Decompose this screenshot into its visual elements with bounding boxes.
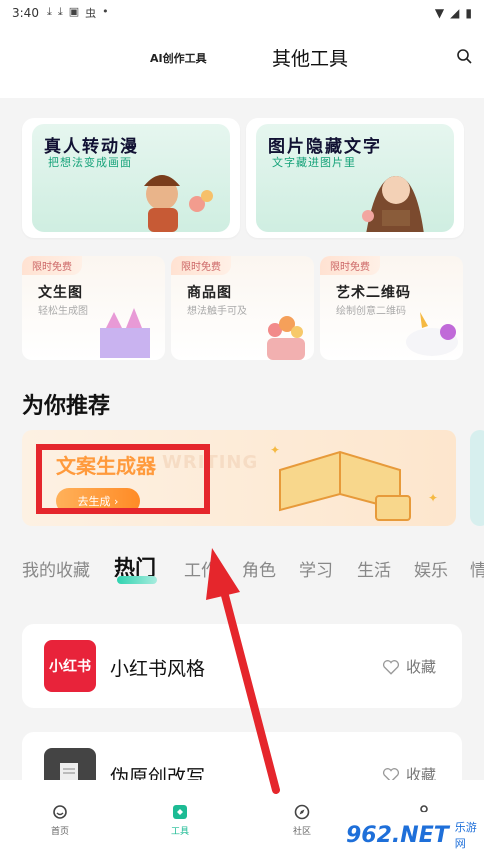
small-card-product-image[interactable]: 限时免费 商品图 想法触手可及 (171, 256, 314, 360)
download-icon: ⤓ (46, 5, 52, 18)
flowers-illustration (267, 316, 305, 360)
wifi-icon: ▼ (434, 6, 445, 20)
small-card-text-to-image[interactable]: 限时免费 文生图 轻松生成图 (22, 256, 165, 360)
compass-icon (294, 804, 310, 820)
section-title-recommend: 为你推荐 (22, 394, 111, 419)
svg-text:✦: ✦ (428, 491, 438, 505)
active-tab-indicator (117, 576, 157, 584)
next-banner-peek[interactable] (470, 430, 484, 526)
favorite-label: 收藏 (406, 658, 437, 676)
nav-community[interactable]: 社区 (272, 804, 332, 837)
nav-home[interactable]: 首页 (30, 804, 90, 837)
nav-tools[interactable]: 工具 (150, 804, 210, 837)
site-watermark: 962.NET 乐游网 (346, 812, 480, 858)
small-card-art-qrcode[interactable]: 限时免费 艺术二维码 绘制创意二维码 (320, 256, 463, 360)
tool-title: 小红书风格 (110, 658, 206, 680)
tab-emotion[interactable]: 情 (470, 556, 484, 581)
watermark-sub: 乐游网 (454, 821, 477, 850)
tab-study[interactable]: 学习 (299, 556, 333, 581)
status-time: 3:40 (12, 6, 39, 20)
tab-ai-tools[interactable]: AI创作工具 (150, 50, 207, 66)
category-tabs: 我的收藏 热门 工作 角色 学习 生活 娱乐 情 (0, 552, 484, 586)
tab-my-favorites[interactable]: 我的收藏 (22, 556, 90, 581)
card-subtitle: 文字藏进图片里 (272, 156, 356, 169)
favorite-button[interactable]: 收藏 (382, 656, 436, 677)
status-bar: 3:40 ⤓ ⤓ ▣ 虫 • ▼ ◢ ▮ (0, 0, 484, 26)
unicorn-illustration (406, 312, 458, 356)
bug-icon: 虫 (85, 7, 97, 20)
tab-entertainment[interactable]: 娱乐 (414, 556, 448, 581)
tool-icon (173, 805, 187, 819)
search-icon[interactable] (456, 48, 472, 64)
svg-text:✦: ✦ (270, 443, 280, 457)
tab-life[interactable]: 生活 (357, 556, 391, 581)
dot-icon: • (102, 5, 109, 18)
download-icon: ⤓ (57, 5, 63, 18)
tab-other-tools[interactable]: 其他工具 (272, 44, 348, 71)
feature-card-hide-text[interactable]: 图片隐藏文字 文字藏进图片里 (246, 118, 464, 238)
top-header: AI创作工具 其他工具 (0, 26, 484, 98)
tab-role[interactable]: 角色 (242, 556, 276, 581)
signal-icon: ◢ (450, 6, 460, 20)
heart-icon (382, 659, 400, 675)
tab-work[interactable]: 工作 (184, 556, 218, 581)
annotation-highlight-box (36, 444, 210, 514)
home-icon (53, 805, 67, 819)
battery-icon: ▮ (465, 6, 472, 20)
nav-label: 工具 (170, 827, 189, 837)
card-subtitle: 把想法变成画面 (48, 156, 132, 169)
tool-item-xiaohongshu[interactable]: 小红书 小红书风格 收藏 (22, 624, 462, 708)
a-icon: ▣ (68, 5, 80, 18)
nav-label: 社区 (292, 827, 311, 837)
xiaohongshu-logo: 小红书 (44, 640, 96, 692)
watermark-main: 962.NET (346, 822, 449, 848)
feature-card-anime[interactable]: 真人转动漫 把想法变成画面 (22, 118, 240, 238)
castle-illustration (100, 308, 150, 358)
nav-label: 首页 (50, 827, 69, 837)
